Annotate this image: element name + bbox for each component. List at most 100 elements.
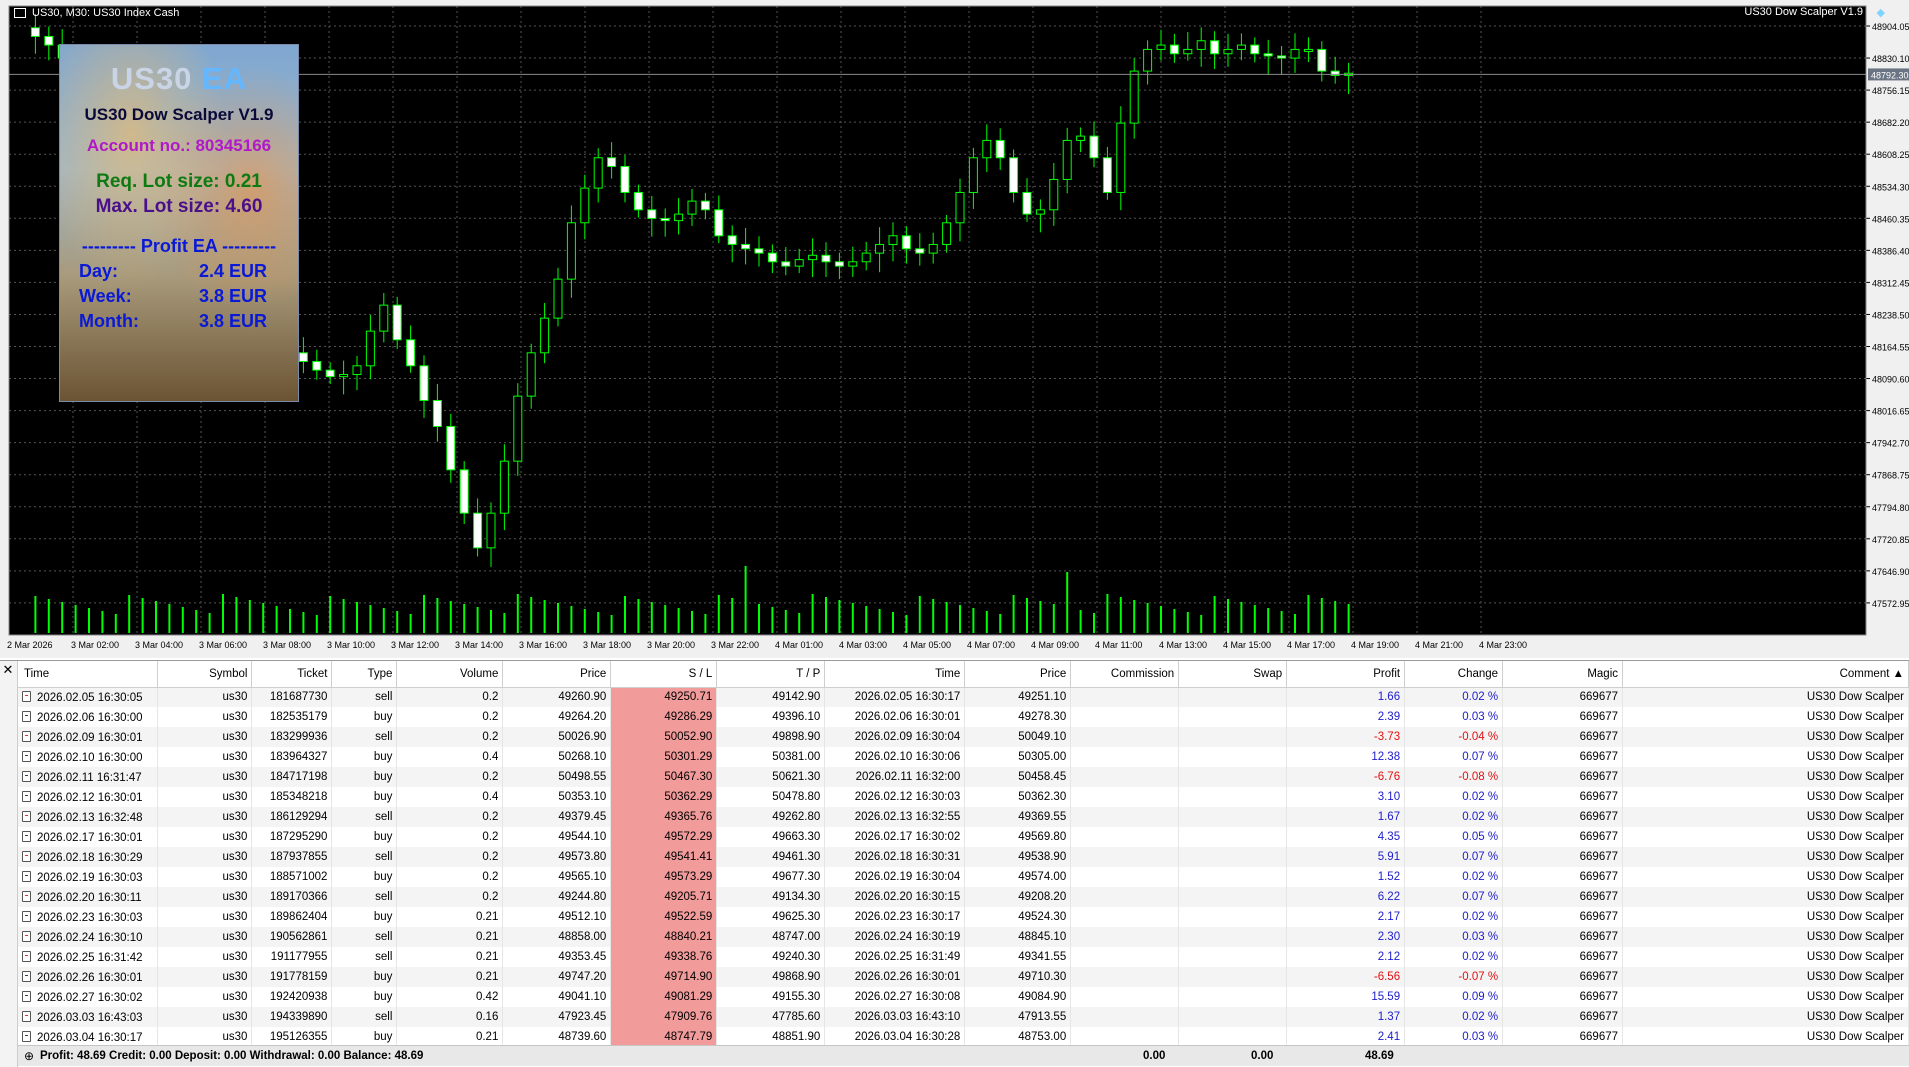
- table-cell: [1178, 867, 1288, 887]
- column-header[interactable]: Time: [18, 661, 159, 688]
- expert-advisor-name[interactable]: US30 Dow Scalper V1.9: [1744, 6, 1863, 18]
- chart-titlebar: US30, M30: US30 Index Cash: [14, 5, 179, 21]
- table-cell: 2026.02.11 16:32:00: [824, 767, 966, 787]
- table-cell: 50458.45: [964, 767, 1072, 787]
- table-cell: 183299936: [251, 727, 333, 747]
- table-cell: buy: [331, 907, 398, 927]
- time-label: 4 Mar 21:00: [1415, 640, 1463, 650]
- table-cell: 49714.90: [610, 967, 718, 987]
- table-cell: [1070, 907, 1180, 927]
- expert-hat-icon[interactable]: ◆: [1877, 6, 1885, 19]
- candle-body: [1290, 48, 1300, 59]
- chart-window[interactable]: 48904.05 48830.10 48756.15 48682.20 48608.25…: [0, 0, 1909, 658]
- column-header[interactable]: Type: [331, 661, 398, 688]
- column-header[interactable]: Symbol: [157, 661, 253, 688]
- buy-deal-icon: [22, 790, 31, 802]
- table-row[interactable]: 2026.02.13 16:32:48 us30 186129294 sell 0.2 4…: [18, 807, 1909, 827]
- table-cell: us30: [157, 887, 253, 907]
- table-cell: -0.08 %: [1404, 767, 1504, 787]
- table-cell: sell: [331, 927, 398, 947]
- candle-body: [312, 360, 322, 371]
- table-cell: 669677: [1502, 747, 1624, 767]
- table-cell: 48753.00: [964, 1027, 1072, 1047]
- table-cell: 669677: [1502, 807, 1624, 827]
- candle-body: [459, 469, 469, 514]
- buy-deal-icon: [22, 870, 31, 882]
- column-header[interactable]: Price: [502, 661, 612, 688]
- column-header[interactable]: Price: [964, 661, 1072, 688]
- table-cell: 49205.71: [610, 887, 718, 907]
- column-header[interactable]: Commission: [1070, 661, 1180, 688]
- candle-body: [660, 217, 670, 222]
- table-cell: 669677: [1502, 987, 1624, 1007]
- summary-expand-icon[interactable]: ⊕: [24, 1049, 34, 1063]
- table-cell: 0.21: [396, 907, 504, 927]
- table-row[interactable]: 2026.02.19 16:30:03 us30 188571002 buy 0.2 49…: [18, 867, 1909, 887]
- table-row[interactable]: 2026.02.10 16:30:00 us30 183964327 buy 0.4 50…: [18, 747, 1909, 767]
- table-row[interactable]: 2026.02.11 16:31:47 us30 184717198 buy 0.2 50…: [18, 767, 1909, 787]
- symbol-title: US30, M30: US30 Index Cash: [32, 7, 180, 19]
- table-cell: 50026.90: [502, 727, 612, 747]
- column-header[interactable]: Comment ▲: [1622, 661, 1909, 688]
- table-row[interactable]: 2026.02.09 16:30:01 us30 183299936 sell 0.2 5…: [18, 727, 1909, 747]
- candle-body: [1210, 40, 1220, 55]
- table-row[interactable]: 2026.02.25 16:31:42 us30 191177955 sell 0.21…: [18, 947, 1909, 967]
- candle-body: [1022, 191, 1032, 215]
- table-cell: 0.2: [396, 767, 504, 787]
- price-label: 48090.60: [1872, 375, 1909, 385]
- table-row[interactable]: 2026.02.20 16:30:11 us30 189170366 sell 0.2 4…: [18, 887, 1909, 907]
- table-cell: sell: [331, 947, 398, 967]
- column-header[interactable]: Time: [824, 661, 966, 688]
- table-row[interactable]: 2026.03.03 16:43:03 us30 194339890 sell 0.16…: [18, 1007, 1909, 1027]
- table-row[interactable]: 2026.03.04 16:30:17 us30 195126355 buy 0.21 4…: [18, 1027, 1909, 1047]
- table-cell: 48747.79: [610, 1027, 718, 1047]
- terminal-history-panel[interactable]: ✕ Time Symbol Ticket Type Volume Price S / LT …: [0, 660, 1909, 1067]
- table-cell: -0.07 %: [1404, 967, 1504, 987]
- table-cell: 49747.20: [502, 967, 612, 987]
- table-cell: us30: [157, 787, 253, 807]
- close-icon[interactable]: ✕: [1, 663, 15, 677]
- column-header[interactable]: Magic: [1502, 661, 1624, 688]
- table-cell: buy: [331, 867, 398, 887]
- column-header[interactable]: T / P: [716, 661, 826, 688]
- candle-body: [526, 352, 536, 397]
- table-cell: 48851.90: [716, 1027, 826, 1047]
- table-row[interactable]: 2026.02.23 16:30:03 us30 189862404 buy 0.21 4…: [18, 907, 1909, 927]
- table-cell: 2026.02.06 16:30:01: [824, 707, 966, 727]
- table-row[interactable]: 2026.02.26 16:30:01 us30 191778159 buy 0.21 4…: [18, 967, 1909, 987]
- summary-text: Profit: 48.69 Credit: 0.00 Deposit: 0.00…: [40, 1050, 424, 1062]
- table-cell: 669677: [1502, 867, 1624, 887]
- table-cell: sell: [331, 807, 398, 827]
- column-header[interactable]: Ticket: [251, 661, 333, 688]
- table-row[interactable]: 2026.02.05 16:30:05 us30 181687730 sell 0.2 4…: [18, 687, 1909, 707]
- table-cell: 669677: [1502, 827, 1624, 847]
- column-header[interactable]: Profit: [1286, 661, 1406, 688]
- table-row[interactable]: 2026.02.27 16:30:02 us30 192420938 buy 0.42 4…: [18, 987, 1909, 1007]
- column-header[interactable]: S / L: [610, 661, 718, 688]
- candle-body: [1156, 44, 1166, 50]
- candle-body: [888, 235, 898, 245]
- table-header-row[interactable]: Time Symbol Ticket Type Volume Price S / LT / …: [18, 661, 1909, 688]
- column-header[interactable]: Swap: [1178, 661, 1288, 688]
- candle-body: [446, 425, 456, 471]
- table-cell: [1070, 847, 1180, 867]
- column-header[interactable]: Change: [1404, 661, 1504, 688]
- table-row[interactable]: 2026.02.17 16:30:01 us30 187295290 buy 0.2 49…: [18, 827, 1909, 847]
- table-row[interactable]: 2026.02.18 16:30:29 us30 187937855 sell 0.2 4…: [18, 847, 1909, 867]
- candle-body: [1089, 135, 1099, 159]
- table-row[interactable]: 2026.02.12 16:30:01 us30 185348218 buy 0.4 50…: [18, 787, 1909, 807]
- table-cell: US30 Dow Scalper: [1622, 827, 1909, 847]
- table-cell: 49524.30: [964, 907, 1072, 927]
- time-label: 3 Mar 02:00: [71, 640, 119, 650]
- table-cell: 0.2: [396, 807, 504, 827]
- column-header[interactable]: Volume: [396, 661, 504, 688]
- table-row[interactable]: 2026.02.24 16:30:10 us30 190562861 sell 0.21…: [18, 927, 1909, 947]
- deal-time: 2026.02.17 16:30:01: [37, 831, 143, 844]
- table-cell: 0.21: [396, 947, 504, 967]
- table-cell: [1178, 947, 1288, 967]
- table-cell: us30: [157, 827, 253, 847]
- table-row[interactable]: 2026.02.06 16:30:00 us30 182535179 buy 0.2 49…: [18, 707, 1909, 727]
- table-cell: 2026.02.20 16:30:11: [18, 887, 159, 907]
- table-cell: 2026.02.26 16:30:01: [18, 967, 159, 987]
- table-cell: 0.2: [396, 847, 504, 867]
